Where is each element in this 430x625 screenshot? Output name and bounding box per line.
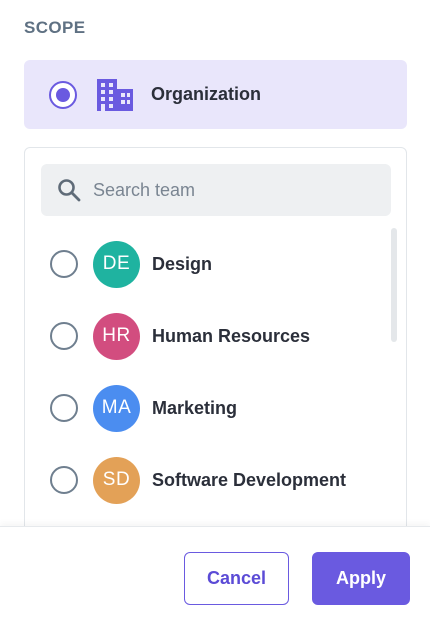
team-name: Design: [152, 253, 213, 274]
organization-radio[interactable]: [49, 80, 77, 109]
team-item-design[interactable]: DE Design: [25, 228, 406, 300]
team-name: Software Development: [152, 469, 347, 490]
team-avatar: DE: [93, 240, 140, 288]
team-list-box: DE Design HR Human Resources MA Marketin…: [24, 147, 407, 547]
team-name: Marketing: [152, 397, 238, 418]
team-radio[interactable]: [50, 322, 78, 350]
organization-label: Organization: [151, 84, 262, 104]
scope-heading: SCOPE: [24, 18, 86, 37]
search-input[interactable]: [93, 175, 373, 205]
organization-option[interactable]: Organization: [24, 60, 407, 129]
team-radio[interactable]: [50, 250, 78, 278]
list-scrollbar[interactable]: [391, 228, 397, 342]
search-box[interactable]: [41, 164, 391, 216]
cancel-button[interactable]: Cancel: [184, 552, 289, 605]
scope-panel: SCOPE Organization Search team DE Design…: [0, 0, 430, 625]
team-avatar: SD: [93, 456, 140, 504]
apply-button[interactable]: Apply: [312, 552, 410, 605]
team-item-marketing[interactable]: MA Marketing: [25, 372, 406, 444]
search-icon: [57, 178, 81, 202]
team-item-software-development[interactable]: SD Software Development: [25, 444, 406, 516]
team-radio[interactable]: [50, 466, 78, 494]
team-avatar: MA: [93, 384, 140, 432]
footer-bar: Cancel Apply: [0, 526, 430, 625]
building-icon: [96, 77, 134, 113]
team-item-human-resources[interactable]: HR Human Resources: [25, 300, 406, 372]
team-radio[interactable]: [50, 394, 78, 422]
team-list: DE Design HR Human Resources MA Marketin…: [25, 228, 406, 516]
team-name: Human Resources: [152, 325, 311, 346]
team-avatar: HR: [93, 312, 140, 360]
